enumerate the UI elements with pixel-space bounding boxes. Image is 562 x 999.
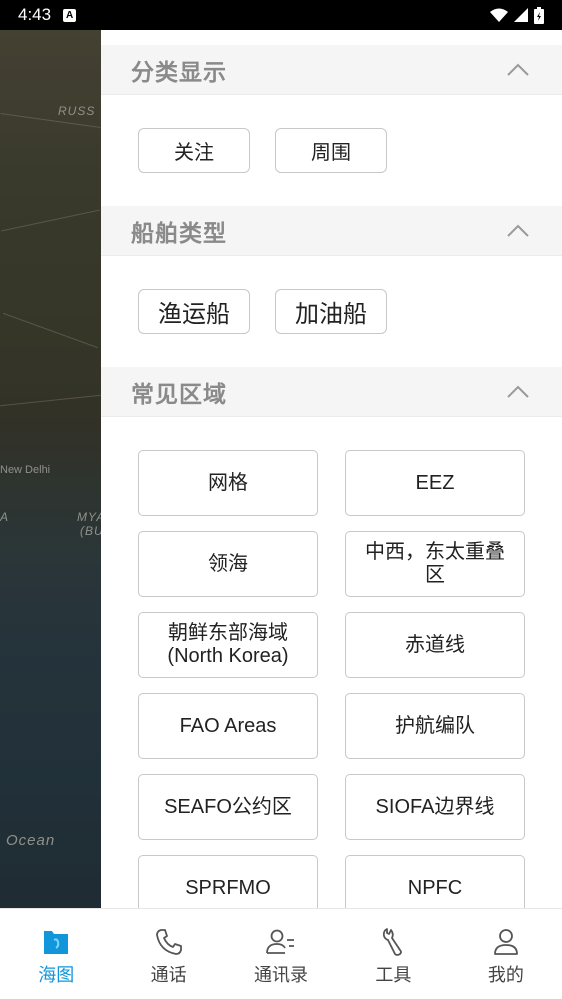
- chip-refueling[interactable]: 加油船: [275, 289, 387, 334]
- nav-item-call[interactable]: 通话: [112, 909, 224, 999]
- nav-item-tools[interactable]: 工具: [337, 909, 449, 999]
- user-icon: [493, 929, 518, 955]
- section-common-area-header[interactable]: 常见区域: [101, 367, 562, 417]
- wrench-icon: [383, 928, 403, 956]
- nav-label: 我的: [487, 965, 524, 985]
- area-siofa-button[interactable]: SIOFA边界线: [345, 774, 525, 840]
- section-title: 常见区域: [131, 380, 227, 407]
- chip-follow[interactable]: 关注: [138, 128, 250, 173]
- area-escort-fleet-button[interactable]: 护航编队: [345, 693, 525, 759]
- status-icons: [490, 6, 544, 24]
- section-title: 船舶类型: [131, 219, 227, 246]
- sea-chart-icon: [44, 931, 69, 954]
- phone-icon: [155, 929, 182, 955]
- area-territorial-sea-button[interactable]: 领海: [138, 531, 318, 597]
- area-npfc-button[interactable]: NPFC: [345, 855, 525, 908]
- area-north-korea-button[interactable]: 朝鲜东部海域(North Korea): [138, 612, 318, 678]
- chevron-up-icon[interactable]: [506, 222, 530, 238]
- area-seafo-button[interactable]: SEAFO公约区: [138, 774, 318, 840]
- bottom-nav: 海图 通话 通讯录 工具 我的: [0, 908, 562, 999]
- map-view[interactable]: RUSS New Delhi A MYA (BU Ocean: [0, 30, 101, 908]
- nav-label: 海图: [38, 965, 75, 985]
- nav-label: 通讯录: [254, 965, 309, 985]
- nav-item-contacts[interactable]: 通讯录: [225, 909, 337, 999]
- chevron-up-icon[interactable]: [506, 61, 530, 77]
- area-fao-button[interactable]: FAO Areas: [138, 693, 318, 759]
- wifi-icon: [490, 8, 508, 22]
- contacts-icon: [266, 929, 295, 954]
- chip-nearby[interactable]: 周围: [275, 128, 387, 173]
- filter-drawer: 分类显示 关注 周围 船舶类型 渔运船 加油船 常见区域 网格 EEZ 领海 中…: [101, 30, 562, 908]
- section-ship-type-header[interactable]: 船舶类型: [101, 206, 562, 256]
- signal-icon: [514, 8, 528, 22]
- area-equator-button[interactable]: 赤道线: [345, 612, 525, 678]
- chip-fishing-transport[interactable]: 渔运船: [138, 289, 250, 334]
- area-eez-button[interactable]: EEZ: [345, 450, 525, 516]
- status-bar: 4:43 A: [0, 0, 562, 30]
- nav-label: 工具: [375, 965, 412, 985]
- section-title: 分类显示: [131, 58, 227, 85]
- chevron-up-icon[interactable]: [506, 383, 530, 399]
- status-time: 4:43: [18, 5, 52, 24]
- area-sprfmo-button[interactable]: SPRFMO: [138, 855, 318, 908]
- battery-icon: [534, 6, 544, 24]
- area-wcpfc-iattc-overlap-button[interactable]: 中西，东太重叠区: [345, 531, 525, 597]
- nav-item-me[interactable]: 我的: [450, 909, 562, 999]
- area-grid-button[interactable]: 网格: [138, 450, 318, 516]
- section-classification-header[interactable]: 分类显示: [101, 45, 562, 95]
- nav-label: 通话: [150, 965, 187, 985]
- a-icon: A: [63, 8, 77, 22]
- nav-item-sea-chart[interactable]: 海图: [0, 909, 112, 999]
